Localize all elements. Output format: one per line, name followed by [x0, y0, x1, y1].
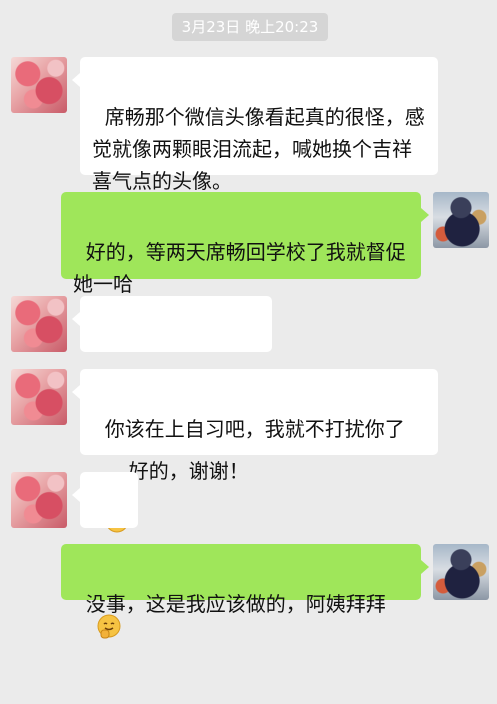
message-text: 席畅那个微信头像看起真的很怪，感觉就像两颗眼泪流起，喊她换个吉祥喜气点的头像。	[92, 105, 425, 193]
contact-avatar[interactable]	[11, 369, 67, 425]
message-bubble-incoming[interactable]: 席畅那个微信头像看起真的很怪，感觉就像两颗眼泪流起，喊她换个吉祥喜气点的头像。	[72, 57, 438, 193]
message-bubble-incoming[interactable]: 好的，谢谢！	[72, 296, 272, 483]
smile-emoji-icon	[105, 340, 129, 428]
contact-avatar[interactable]	[11, 472, 67, 528]
message-text: 没事，这是我应该做的，阿姨拜拜	[85, 592, 386, 616]
message-text: 好的，谢谢！	[128, 459, 249, 483]
message-bubble-incoming[interactable]	[72, 472, 138, 639]
smile-emoji-icon	[105, 445, 129, 533]
my-avatar[interactable]	[433, 192, 489, 248]
chat-timestamp: 3月23日 晚上20:23	[172, 13, 328, 41]
message-text: 你该在上自习吧，我就不打扰你了	[104, 417, 405, 441]
my-avatar[interactable]	[433, 544, 489, 600]
contact-avatar[interactable]	[11, 57, 67, 113]
message-bubble-outgoing[interactable]: 没事，这是我应该做的，阿姨拜拜	[61, 544, 429, 616]
message-bubble-outgoing[interactable]: 好的，等两天席畅回学校了我就督促她一哈	[61, 192, 429, 296]
message-bubble-incoming[interactable]: 你该在上自习吧，我就不打扰你了	[72, 369, 438, 533]
contact-avatar[interactable]	[11, 296, 67, 352]
message-text: 好的，等两天席畅回学校了我就督促她一哈	[73, 240, 406, 296]
